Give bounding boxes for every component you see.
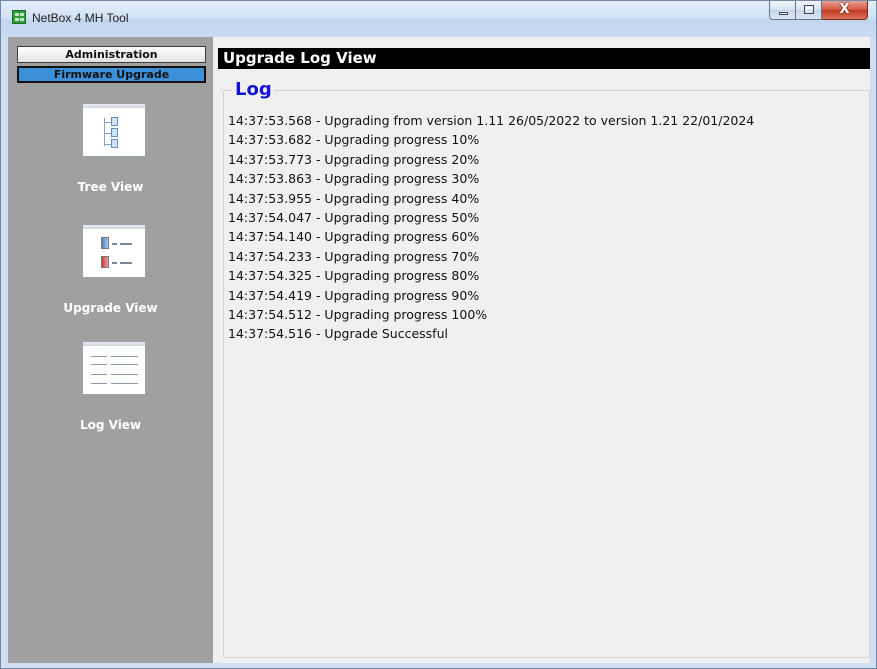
sidebar-item-log-view[interactable]: Log View [8,341,213,441]
log-entry: 14:37:54.233 - Upgrading progress 70% [228,248,480,264]
log-entry: 14:37:54.516 - Upgrade Successful [228,326,448,342]
window-title: NetBox 4 MH Tool [32,11,129,25]
close-button[interactable]: X [822,1,868,20]
tab-firmware-upgrade[interactable]: Firmware Upgrade [17,66,206,83]
sidebar-item-tree-view[interactable]: Tree View [8,103,213,203]
sidebar-item-label: Upgrade View [63,301,158,315]
title-bar[interactable]: NetBox 4 MH Tool X [1,1,876,37]
minimize-icon [779,12,788,15]
close-icon: X [839,2,850,17]
upgrade-view-icon [82,224,146,278]
log-group-title: Log [232,79,275,101]
main-panel: Upgrade Log View Log 14:37:53.568 - Upgr… [213,37,870,663]
sidebar: Administration Firmware Upgrade Tree Vie… [8,37,213,663]
log-entry: 14:37:53.682 - Upgrading progress 10% [228,132,480,148]
log-entry: 14:37:54.419 - Upgrading progress 90% [228,287,480,303]
app-icon [12,10,26,24]
sidebar-item-label: Log View [79,418,142,432]
sidebar-item-label: Tree View [77,180,144,194]
log-entry: 14:37:53.955 - Upgrading progress 40% [228,190,480,206]
app-window: NetBox 4 MH Tool X Administration Firmwa… [0,0,877,669]
maximize-button[interactable] [796,1,822,20]
caption-buttons: X [769,1,868,21]
tree-view-icon [82,103,146,157]
log-entry: 14:37:53.863 - Upgrading progress 30% [228,171,480,187]
log-list[interactable]: 14:37:53.568 - Upgrading from version 1.… [228,111,868,344]
minimize-button[interactable] [769,1,796,20]
log-entry: 14:37:53.773 - Upgrading progress 20% [228,151,480,167]
page-title: Upgrade Log View [218,48,870,69]
sidebar-item-upgrade-view[interactable]: Upgrade View [8,224,213,324]
log-entry: 14:37:53.568 - Upgrading from version 1.… [228,113,755,128]
client-area: Administration Firmware Upgrade Tree Vie… [8,37,870,663]
log-entry: 14:37:54.325 - Upgrading progress 80% [228,268,480,284]
log-view-icon [82,341,146,395]
log-entry: 14:37:54.512 - Upgrading progress 100% [228,306,488,322]
maximize-icon [804,5,814,14]
tab-administration[interactable]: Administration [17,46,206,63]
log-entry: 14:37:54.047 - Upgrading progress 50% [228,209,480,225]
log-entry: 14:37:54.140 - Upgrading progress 60% [228,229,480,245]
